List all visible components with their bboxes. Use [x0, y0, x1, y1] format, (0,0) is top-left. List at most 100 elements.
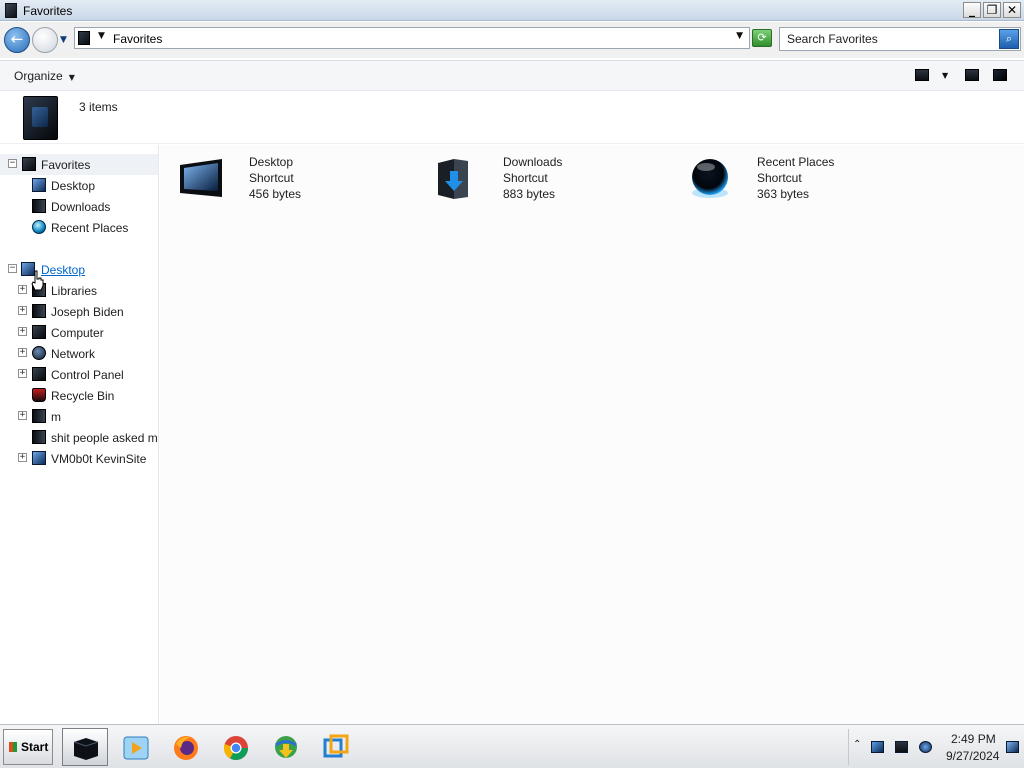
tree-item-vm0b0t-kevinsite[interactable]: + VM0b0t KevinSite: [0, 448, 158, 469]
tree-item-fav-desktop[interactable]: Desktop: [0, 175, 158, 196]
tree-item-recycle-bin[interactable]: Recycle Bin: [0, 385, 158, 406]
view-options-dropdown[interactable]: ▼: [942, 71, 948, 80]
tree-label: Computer: [51, 326, 104, 340]
expand-icon[interactable]: +: [18, 348, 27, 357]
chrome-icon: [223, 736, 248, 761]
tree-item-desktop[interactable]: − Desktop: [0, 259, 158, 280]
expand-icon[interactable]: +: [18, 327, 27, 336]
restore-button[interactable]: ❐: [983, 2, 1001, 18]
search-input[interactable]: [780, 28, 998, 50]
item-size: 456 bytes: [249, 187, 302, 201]
tree-item-network[interactable]: + Network: [0, 343, 158, 364]
expand-icon[interactable]: +: [18, 369, 27, 378]
address-history-dropdown[interactable]: ▼: [736, 31, 743, 41]
list-item-recent-places-shortcut[interactable]: Recent Places Shortcut 363 bytes: [686, 153, 926, 205]
taskbar-app-explorer[interactable]: [62, 728, 108, 766]
tree-label: Network: [51, 347, 96, 361]
tree-label: shit people asked m: [51, 431, 158, 445]
expand-icon[interactable]: +: [18, 453, 27, 462]
breadcrumb-chevron-icon[interactable]: ▼: [98, 31, 105, 41]
media-player-icon: [123, 736, 149, 760]
tree-item-fav-recent-places[interactable]: Recent Places: [0, 217, 158, 238]
tree-item-control-panel[interactable]: + Control Panel: [0, 364, 158, 385]
firefox-icon: [174, 736, 198, 760]
explorer-icon: [73, 738, 99, 760]
back-arrow-icon: ←: [10, 30, 24, 48]
folder-icon: [32, 430, 46, 444]
show-hidden-icons-button[interactable]: ⌃: [853, 739, 861, 750]
recent-pages-dropdown[interactable]: ▼: [60, 32, 70, 46]
change-view-icon[interactable]: [915, 69, 929, 81]
tree-item-libraries[interactable]: + Libraries: [0, 280, 158, 301]
navigation-pane: − Favorites Desktop Downloads Recent Pla…: [0, 145, 159, 724]
expand-icon[interactable]: +: [18, 411, 27, 420]
expand-icon[interactable]: +: [18, 306, 27, 315]
taskbar-app-chrome[interactable]: [212, 728, 258, 766]
search-icon: ⌕: [1005, 32, 1013, 45]
address-bar[interactable]: ▼ Favorites ▼: [74, 27, 750, 49]
search-box[interactable]: ⌕: [779, 27, 1021, 51]
back-button[interactable]: ←: [4, 27, 30, 53]
item-name: Downloads: [503, 155, 563, 169]
tree-item-shit-people-asked[interactable]: shit people asked m: [0, 427, 158, 448]
tree-label: Recent Places: [51, 221, 129, 235]
tree-item-computer[interactable]: + Computer: [0, 322, 158, 343]
tree-label: Joseph Biden: [51, 305, 124, 319]
forward-button[interactable]: [32, 27, 58, 53]
tree-label: Control Panel: [51, 368, 124, 382]
tree-label: Desktop: [51, 179, 96, 193]
minimize-button[interactable]: _: [963, 2, 981, 18]
folder-icon: [32, 451, 46, 465]
desktop-shortcut-icon: [180, 159, 222, 197]
computer-icon: [32, 325, 46, 339]
item-name: Desktop: [249, 155, 294, 169]
taskbar-app-download-manager[interactable]: [262, 728, 308, 766]
taskbar-app-firefox[interactable]: [162, 728, 208, 766]
collapse-icon[interactable]: −: [8, 264, 17, 273]
collapse-icon[interactable]: −: [8, 159, 17, 168]
tray-app-icon[interactable]: [871, 741, 884, 753]
item-type: Shortcut: [757, 171, 802, 185]
list-item-desktop-shortcut[interactable]: Desktop Shortcut 456 bytes: [178, 153, 418, 205]
clock-time[interactable]: 2:49 PM: [951, 732, 996, 746]
item-size: 363 bytes: [757, 187, 810, 201]
refresh-icon: ⟳: [757, 31, 767, 44]
tree-item-favorites[interactable]: − Favorites: [0, 154, 158, 175]
command-bar: Organize ▼ ▼: [0, 60, 1024, 91]
help-icon[interactable]: [993, 69, 1007, 81]
search-button[interactable]: ⌕: [999, 29, 1019, 49]
display-icon[interactable]: [895, 741, 908, 753]
start-label: Start: [21, 740, 49, 754]
item-type: Shortcut: [503, 171, 548, 185]
tree-item-m[interactable]: + m: [0, 406, 158, 427]
expand-icon[interactable]: +: [18, 285, 27, 294]
refresh-button[interactable]: ⟳: [752, 29, 772, 47]
start-button[interactable]: Start: [3, 729, 53, 765]
show-desktop-icon[interactable]: [1006, 741, 1019, 753]
navigation-bar: ← ▼ ▼ Favorites ▼ ⟳ ⌕: [0, 22, 1024, 58]
window-title: Favorites: [23, 4, 73, 18]
organize-label: Organize: [14, 69, 63, 83]
organize-menu-button[interactable]: Organize ▼: [14, 69, 75, 83]
folder-icon: [32, 409, 46, 423]
item-name: Recent Places: [757, 155, 835, 169]
tree-item-fav-downloads[interactable]: Downloads: [0, 196, 158, 217]
close-button[interactable]: ✕: [1003, 2, 1021, 18]
taskbar: Start ⌃ 2:49 PM 9/27/2024: [0, 724, 1024, 768]
tree-item-joseph-biden[interactable]: + Joseph Biden: [0, 301, 158, 322]
control-panel-icon: [32, 367, 46, 381]
file-list: Desktop Shortcut 456 bytes Downloads Sho…: [160, 145, 1024, 724]
taskbar-app-virtualbox[interactable]: [312, 728, 358, 766]
taskbar-app-media-player[interactable]: [112, 728, 158, 766]
breadcrumb-favorites[interactable]: Favorites: [113, 32, 162, 46]
volume-icon[interactable]: [919, 741, 932, 753]
preview-pane-icon[interactable]: [965, 69, 979, 81]
tree-label: Libraries: [51, 284, 98, 298]
details-header: 3 items: [0, 92, 1024, 144]
item-count: 3 items: [79, 100, 118, 114]
favorites-location-icon: [78, 31, 90, 45]
virtualbox-icon: [323, 734, 349, 758]
list-item-downloads-shortcut[interactable]: Downloads Shortcut 883 bytes: [432, 153, 672, 205]
clock-date[interactable]: 9/27/2024: [946, 749, 999, 763]
favorites-folder-icon: [23, 96, 58, 140]
